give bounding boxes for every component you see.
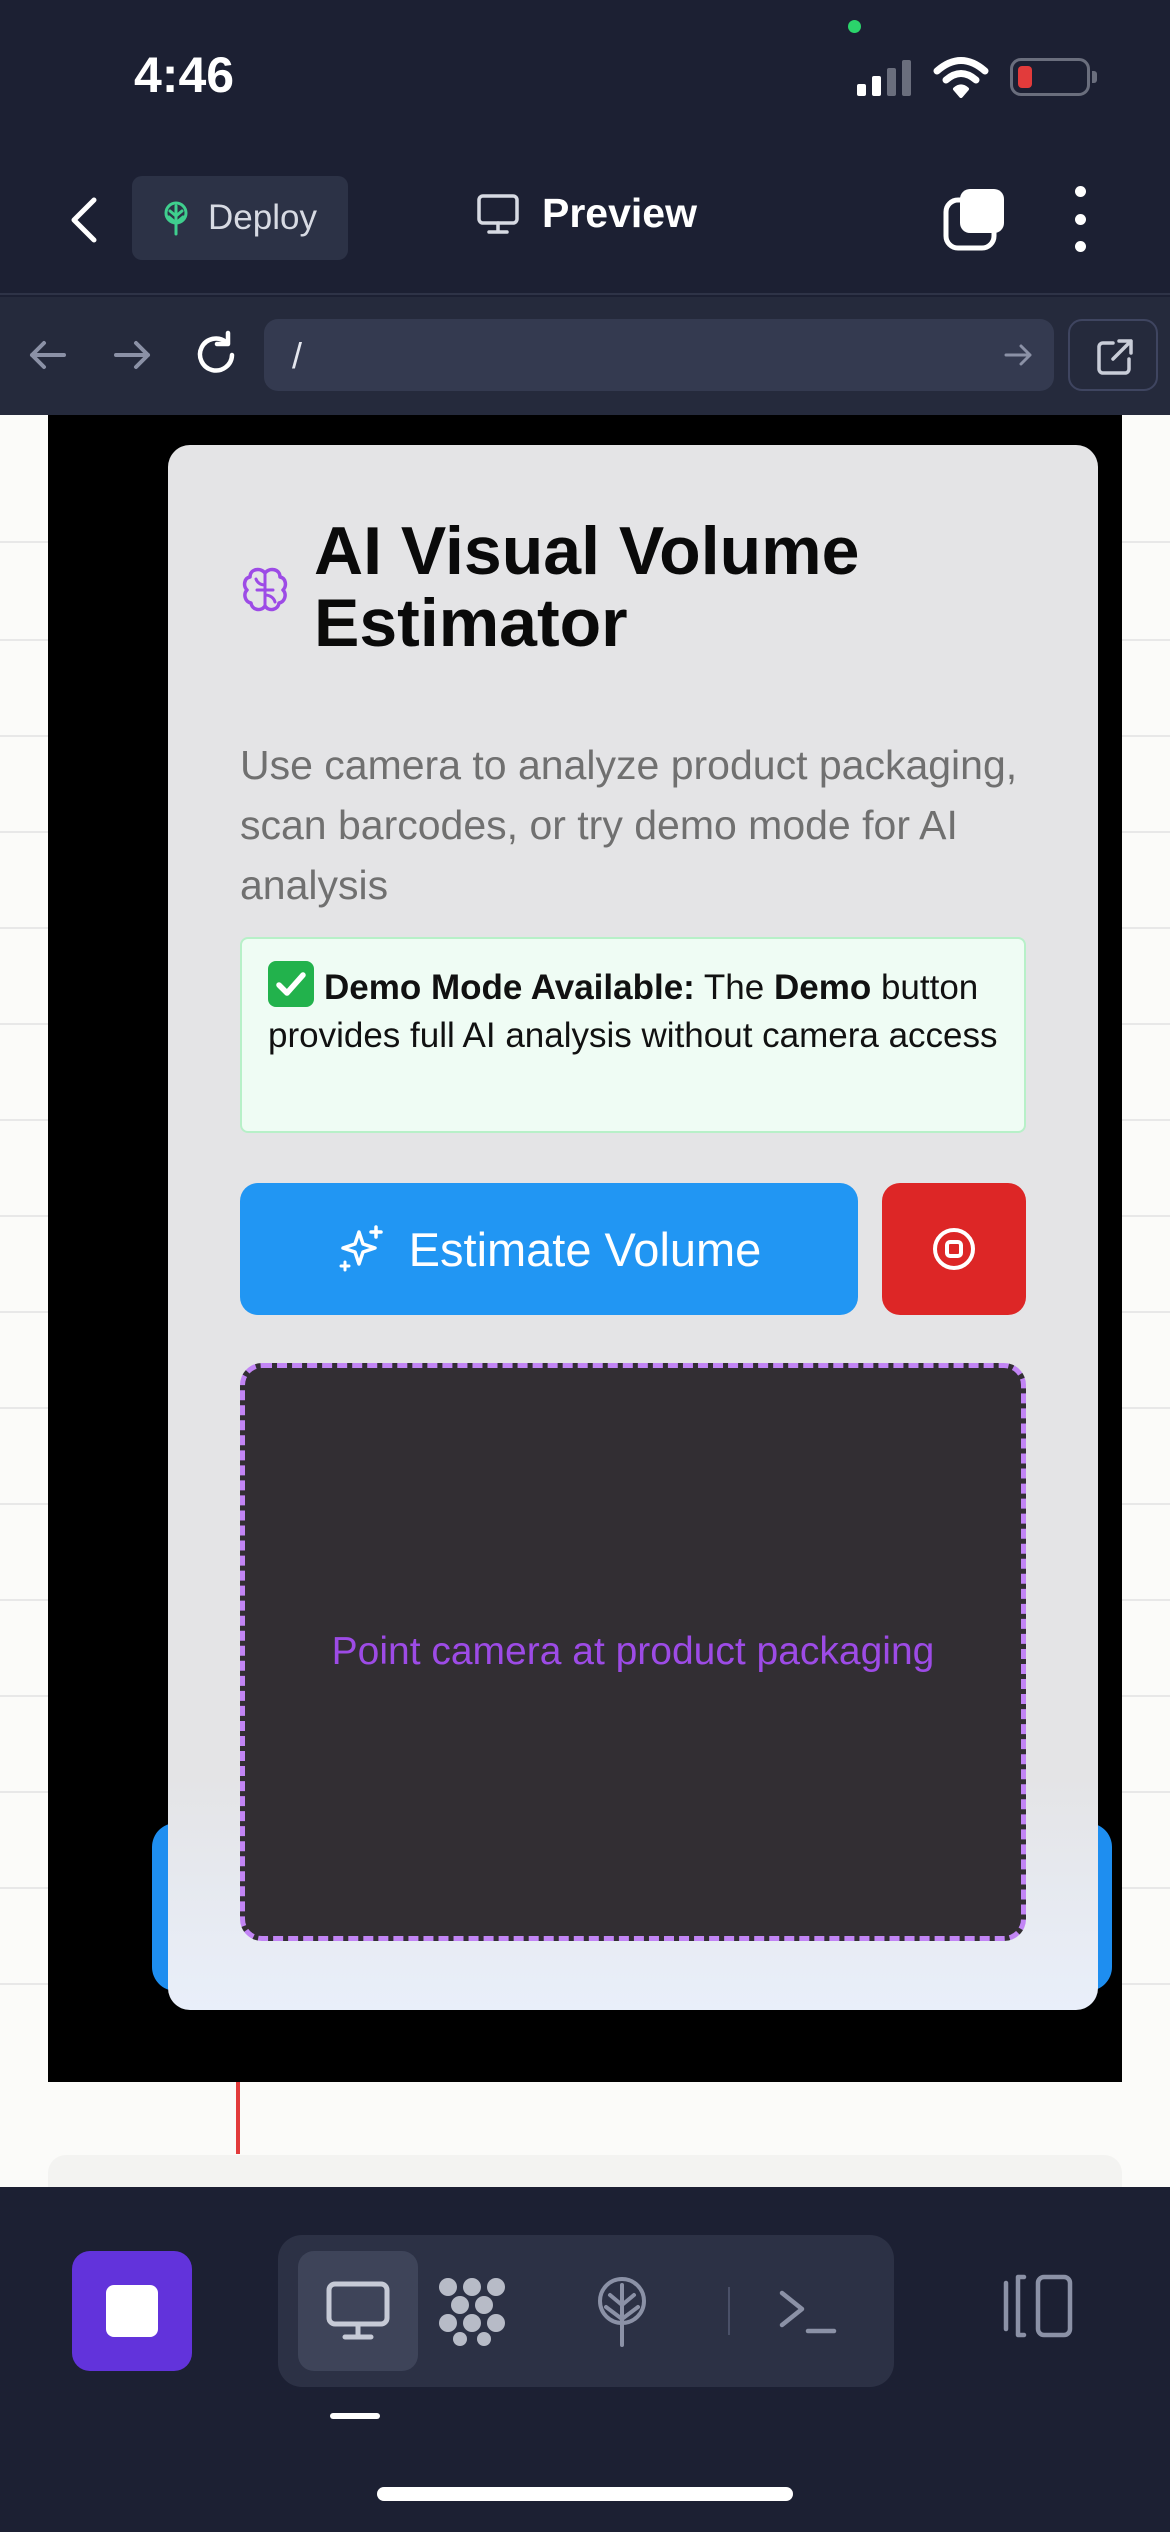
red-marker <box>236 2082 240 2154</box>
browser-back-icon[interactable] <box>20 327 76 383</box>
camera-preview[interactable]: Point camera at product packaging <box>240 1363 1026 1941</box>
demo-mode-notice: Demo Mode Available: The Demo button pro… <box>240 937 1026 1133</box>
terminal-icon <box>779 2290 837 2334</box>
deploy-button[interactable]: Deploy <box>132 176 348 260</box>
tool-switcher <box>278 2235 894 2387</box>
open-external-button[interactable] <box>1068 319 1158 391</box>
camera-indicator <box>848 20 861 33</box>
sparkles-icon <box>339 1225 383 1272</box>
url-input[interactable]: / <box>264 319 1054 391</box>
status-bar: 4:46 <box>0 0 1170 150</box>
deploy-tree-icon <box>164 201 188 236</box>
stop-button[interactable] <box>72 2251 192 2371</box>
bottom-sheet-edge <box>48 2155 1122 2187</box>
tab-console[interactable] <box>748 2251 868 2371</box>
external-link-icon <box>1097 339 1133 375</box>
estimate-volume-label: Estimate Volume <box>408 1222 762 1276</box>
preview-label: Preview <box>542 190 697 236</box>
browser-forward-icon[interactable] <box>104 327 160 383</box>
more-options-icon[interactable] <box>1062 186 1098 252</box>
cellular-signal-icon <box>857 60 911 96</box>
tabs-icon[interactable] <box>942 186 1008 252</box>
notice-emphasis: Demo <box>773 968 872 1007</box>
active-tab-indicator <box>330 2413 380 2419</box>
deploy-label: Deploy <box>208 198 317 237</box>
camera-hint: Point camera at product packaging <box>331 1630 935 1673</box>
go-arrow-icon[interactable] <box>1000 337 1036 373</box>
page-title: AI Visual Volume Estimator <box>314 513 860 661</box>
monitor-icon <box>477 193 519 234</box>
preview-title: Preview <box>476 190 697 237</box>
tab-preview[interactable] <box>298 2251 418 2371</box>
web-preview: AI Visual Volume Estimator Use camera to… <box>0 415 1170 2187</box>
page-description: Use camera to analyze product packaging,… <box>240 742 1018 908</box>
bottom-toolbar <box>0 2187 1170 2532</box>
reload-icon[interactable] <box>188 327 244 383</box>
tool-separator <box>728 2287 730 2335</box>
url-text: / <box>292 335 303 376</box>
status-time: 4:46 <box>134 47 235 103</box>
notice-text-pre: The <box>703 968 765 1007</box>
notice-heading: Demo Mode Available: <box>324 968 695 1007</box>
device-frame: AI Visual Volume Estimator Use camera to… <box>48 415 1122 2082</box>
stop-camera-button[interactable] <box>882 1183 1026 1315</box>
tab-workspace[interactable] <box>412 2251 532 2371</box>
check-icon <box>268 961 314 1007</box>
monitor-icon <box>326 2281 390 2340</box>
back-chevron-icon[interactable] <box>56 190 116 250</box>
stop-circle-icon <box>933 1228 975 1270</box>
home-indicator[interactable] <box>377 2487 793 2501</box>
stop-icon <box>106 2285 158 2337</box>
wifi-icon <box>933 57 989 98</box>
estimator-card: AI Visual Volume Estimator Use camera to… <box>168 445 1098 2010</box>
deploy-tree-icon <box>598 2277 646 2347</box>
browser-url-bar: / <box>0 297 1170 415</box>
brain-icon <box>242 567 288 612</box>
battery-icon <box>1010 58 1097 96</box>
app-bar: Deploy Preview <box>0 150 1170 295</box>
cluster-icon <box>439 2278 505 2346</box>
estimate-volume-button[interactable]: Estimate Volume <box>240 1183 858 1315</box>
tab-deployments[interactable] <box>562 2251 682 2371</box>
sidebar-toggle-icon[interactable] <box>1000 2273 1076 2339</box>
